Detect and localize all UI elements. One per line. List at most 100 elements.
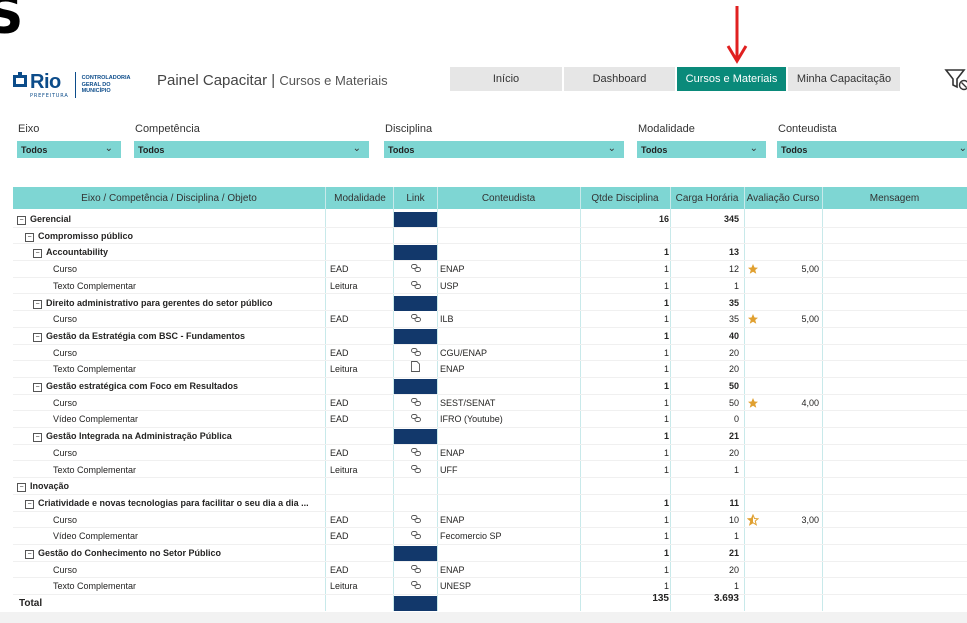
table-row[interactable]: Texto Complementar Leitura USP 1 1 [13, 278, 967, 295]
link-cell-box [394, 546, 437, 561]
link-cell-box [394, 212, 437, 227]
row-carga: 21 [728, 548, 739, 558]
table-row[interactable]: Texto Complementar Leitura UNESP 1 1 [13, 578, 967, 596]
collapse-toggle-icon[interactable]: − [33, 249, 42, 259]
link-icon[interactable] [410, 397, 421, 406]
row-link[interactable] [394, 445, 437, 461]
link-icon[interactable] [410, 564, 421, 573]
collapse-toggle-icon[interactable]: − [25, 550, 34, 559]
row-link[interactable] [394, 462, 437, 478]
row-link[interactable] [394, 311, 437, 327]
table-row[interactable]: − Criatividade e novas tecnologias para f… [13, 495, 967, 512]
collapse-toggle-icon[interactable]: − [33, 332, 42, 342]
row-link[interactable] [394, 411, 437, 427]
link-icon[interactable] [410, 414, 421, 423]
collapse-toggle-icon[interactable]: − [17, 483, 26, 493]
col-header-qtde[interactable]: Qtde Disciplina [580, 187, 670, 209]
row-carga: 50 [728, 397, 739, 408]
row-carga: 20 [728, 447, 739, 458]
col-header-carga[interactable]: Carga Horária [670, 187, 744, 209]
col-header-avaliacao[interactable]: Avaliação Curso [744, 187, 822, 209]
document-icon[interactable] [411, 361, 420, 373]
table-row[interactable]: Vídeo Complementar EAD IFRO (Youtube) 1 0 [13, 411, 967, 429]
table-row[interactable]: Curso EAD ENAP 1 10 3,00 [13, 512, 967, 529]
row-conteudista: USP [440, 280, 459, 291]
row-link[interactable] [394, 361, 437, 377]
table-total-row: Total 135 3.693 [13, 593, 967, 611]
table-row[interactable]: − Gerencial 16 345 [13, 211, 967, 228]
row-link[interactable] [394, 528, 437, 544]
row-link[interactable] [394, 345, 437, 361]
table-row[interactable]: Curso EAD SEST/SENAT 1 50 4,00 [13, 395, 967, 412]
link-icon[interactable] [410, 347, 421, 356]
table-row[interactable]: Curso EAD ENAP 1 20 [13, 445, 967, 462]
table-row[interactable]: − Gestão estratégica com Foco em Resultad… [13, 378, 967, 395]
row-carga: 50 [728, 381, 739, 391]
table-row[interactable]: − Compromisso público [13, 228, 967, 245]
link-icon[interactable] [410, 314, 421, 323]
slicer-competencia-dropdown[interactable]: Todos ⌄ [134, 141, 369, 158]
table-row[interactable]: − Gestão Integrada na Administração Públi… [13, 428, 967, 445]
collapse-toggle-icon[interactable]: − [17, 216, 26, 225]
link-icon[interactable] [410, 264, 421, 273]
row-link[interactable] [394, 261, 437, 277]
link-icon[interactable] [410, 531, 421, 540]
col-header-link[interactable]: Link [394, 187, 437, 209]
row-label: Curso [53, 264, 78, 275]
row-qtde: 1 [663, 447, 669, 458]
row-label: − Gestão da Estratégia com BSC - Fundamen… [13, 328, 343, 344]
table-row[interactable]: Curso EAD ILB 1 35 5,00 [13, 311, 967, 328]
table-row[interactable]: − Inovação [13, 478, 967, 495]
link-icon[interactable] [410, 280, 421, 289]
col-header-mensagem[interactable]: Mensagem [822, 187, 967, 209]
row-carga: 1 [733, 280, 739, 291]
nav-cursos-materiais-button[interactable]: Cursos e Materiais [677, 67, 786, 91]
row-qtde: 1 [663, 431, 669, 442]
col-header-modalidade[interactable]: Modalidade [326, 187, 394, 209]
page-subtitle: Cursos e Materiais [279, 73, 388, 88]
slicer-eixo-dropdown[interactable]: Todos ⌄ [17, 141, 121, 158]
nav-inicio-button[interactable]: Início [450, 67, 562, 91]
slicer-conteudista-dropdown[interactable]: Todos ⌄ [777, 141, 967, 158]
collapse-toggle-icon[interactable]: − [33, 383, 42, 392]
row-carga: 11 [729, 497, 739, 508]
table-row[interactable]: − Gestão da Estratégia com BSC - Fundamen… [13, 328, 967, 345]
table-row[interactable]: Curso EAD ENAP 1 12 5,00 [13, 261, 967, 278]
slicer-modalidade-dropdown[interactable]: Todos ⌄ [637, 141, 766, 158]
row-carga: 20 [728, 564, 739, 575]
row-link[interactable] [394, 578, 437, 594]
row-link[interactable] [394, 395, 437, 411]
row-label: Curso [53, 447, 78, 458]
slicer-disciplina-dropdown[interactable]: Todos ⌄ [384, 141, 624, 158]
col-header-eixo[interactable]: Eixo / Competência / Disciplina / Objeto [13, 187, 325, 209]
nav-minha-capacitacao-button[interactable]: Minha Capacitação [788, 67, 900, 91]
table-row[interactable]: Texto Complementar Leitura UFF 1 1 [13, 462, 967, 479]
collapse-toggle-icon[interactable]: − [25, 232, 34, 242]
link-icon[interactable] [410, 581, 421, 590]
row-modalidade: EAD [330, 531, 349, 542]
collapse-toggle-icon[interactable]: − [33, 433, 42, 443]
table-row[interactable]: − Direito administrativo para gerentes do… [13, 295, 967, 312]
link-icon[interactable] [410, 447, 421, 456]
link-icon[interactable] [410, 514, 421, 523]
row-modalidade: EAD [330, 514, 349, 525]
collapse-toggle-icon[interactable]: − [25, 499, 34, 509]
row-carga: 1 [733, 464, 739, 475]
row-link[interactable] [394, 562, 437, 578]
link-icon[interactable] [410, 464, 421, 473]
red-arrow-annotation [726, 6, 748, 64]
table-row[interactable]: Texto Complementar Leitura ENAP 1 20 [13, 361, 967, 378]
collapse-toggle-icon[interactable]: − [33, 299, 42, 309]
table-row[interactable]: Vídeo Complementar EAD Fecomercio SP 1 1 [13, 528, 967, 545]
table-row[interactable]: Curso EAD CGU/ENAP 1 20 [13, 345, 967, 362]
row-label: Curso [53, 314, 78, 325]
row-qtde: 1 [663, 381, 669, 391]
table-row[interactable]: − Accountability 1 13 [13, 244, 967, 262]
col-header-conteudista[interactable]: Conteudista [437, 187, 580, 209]
row-link[interactable] [394, 278, 437, 294]
table-row[interactable]: − Gestão do Conhecimento no Setor Público… [13, 545, 967, 562]
nav-dashboard-button[interactable]: Dashboard [564, 67, 675, 91]
row-link[interactable] [394, 512, 437, 528]
clear-filters-icon[interactable] [944, 66, 967, 92]
table-row[interactable]: Curso EAD ENAP 1 20 [13, 562, 967, 579]
